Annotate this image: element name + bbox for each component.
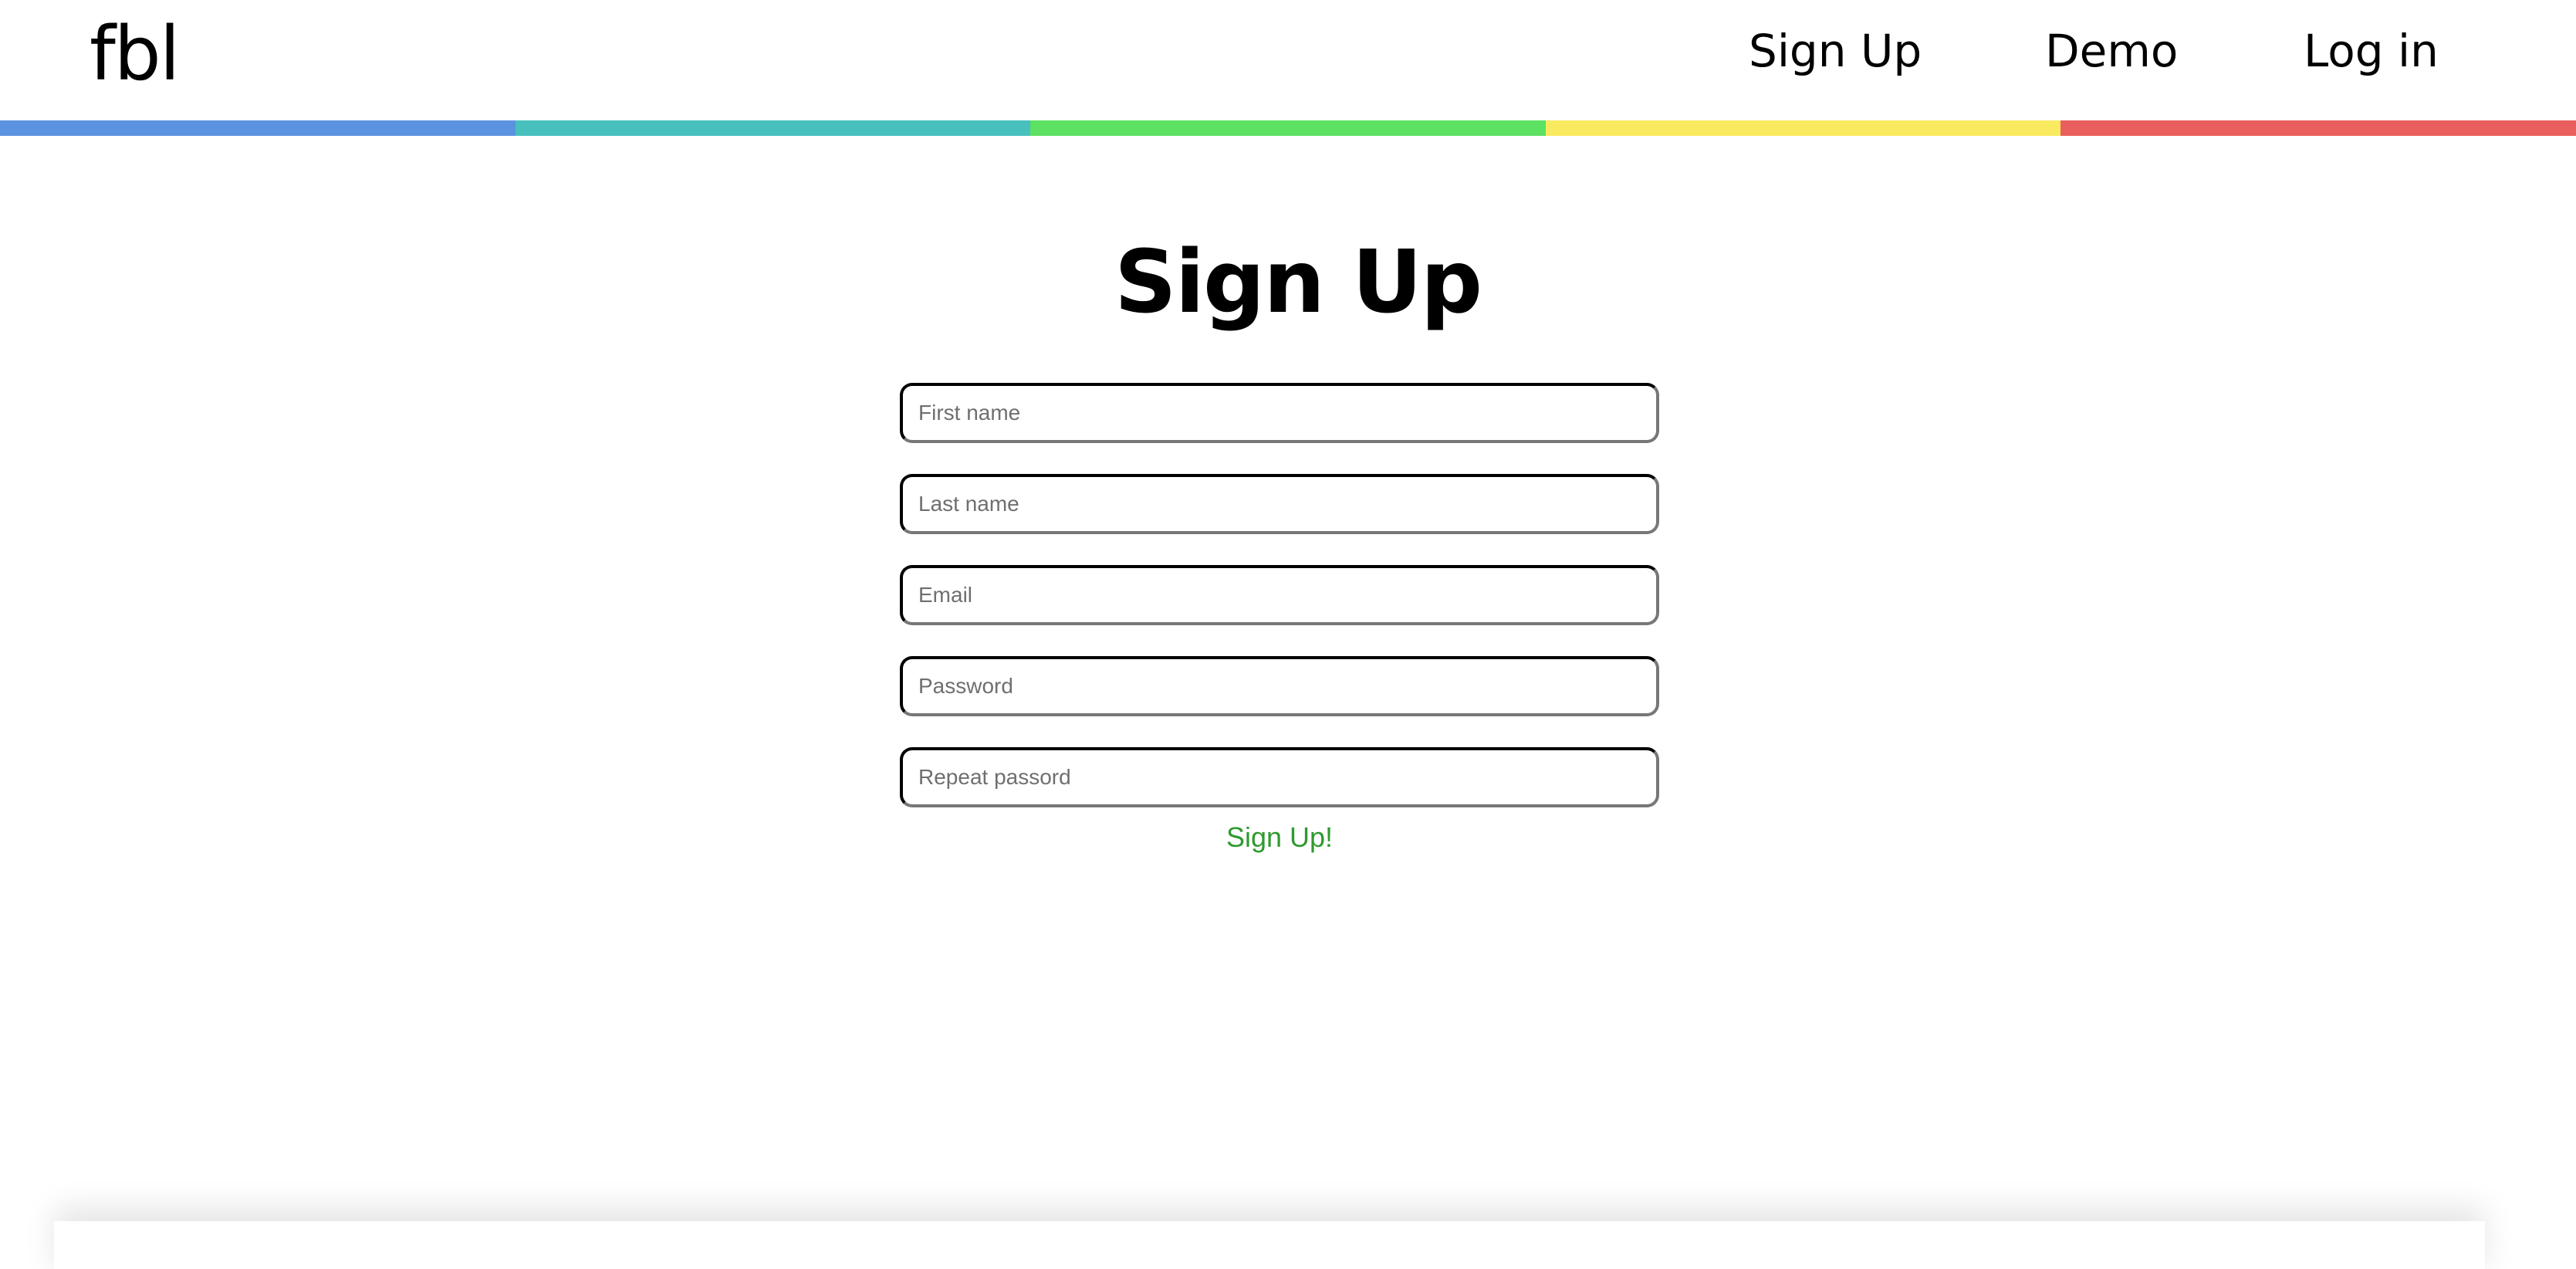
rainbow-segment-teal <box>515 120 1031 136</box>
sign-up-submit-button[interactable]: Sign Up! <box>1125 817 1434 858</box>
email-field[interactable] <box>900 565 1659 625</box>
footer-edge <box>54 1221 2485 1269</box>
rainbow-segment-blue <box>0 120 516 136</box>
rainbow-segment-green <box>1030 120 1546 136</box>
rainbow-segment-red <box>2060 120 2576 136</box>
nav-login-link[interactable]: Log in <box>2304 19 2439 83</box>
rainbow-segment-yellow <box>1545 120 2061 136</box>
first-name-field[interactable] <box>900 383 1659 443</box>
repeat-password-field[interactable] <box>900 747 1659 807</box>
password-field[interactable] <box>900 656 1659 716</box>
page-title-block: Sign Up <box>1114 228 1482 337</box>
nav-signup-link[interactable]: Sign Up <box>1749 19 1922 83</box>
logo[interactable]: fbl <box>90 8 180 100</box>
header-rainbow-bar <box>0 120 2576 136</box>
last-name-field[interactable] <box>900 474 1659 534</box>
page: fbl Sign Up Demo Log in Sign Up Sign Up! <box>0 0 2576 1269</box>
page-title: Sign Up <box>1114 232 1482 333</box>
nav-demo-link[interactable]: Demo <box>2045 19 2178 83</box>
